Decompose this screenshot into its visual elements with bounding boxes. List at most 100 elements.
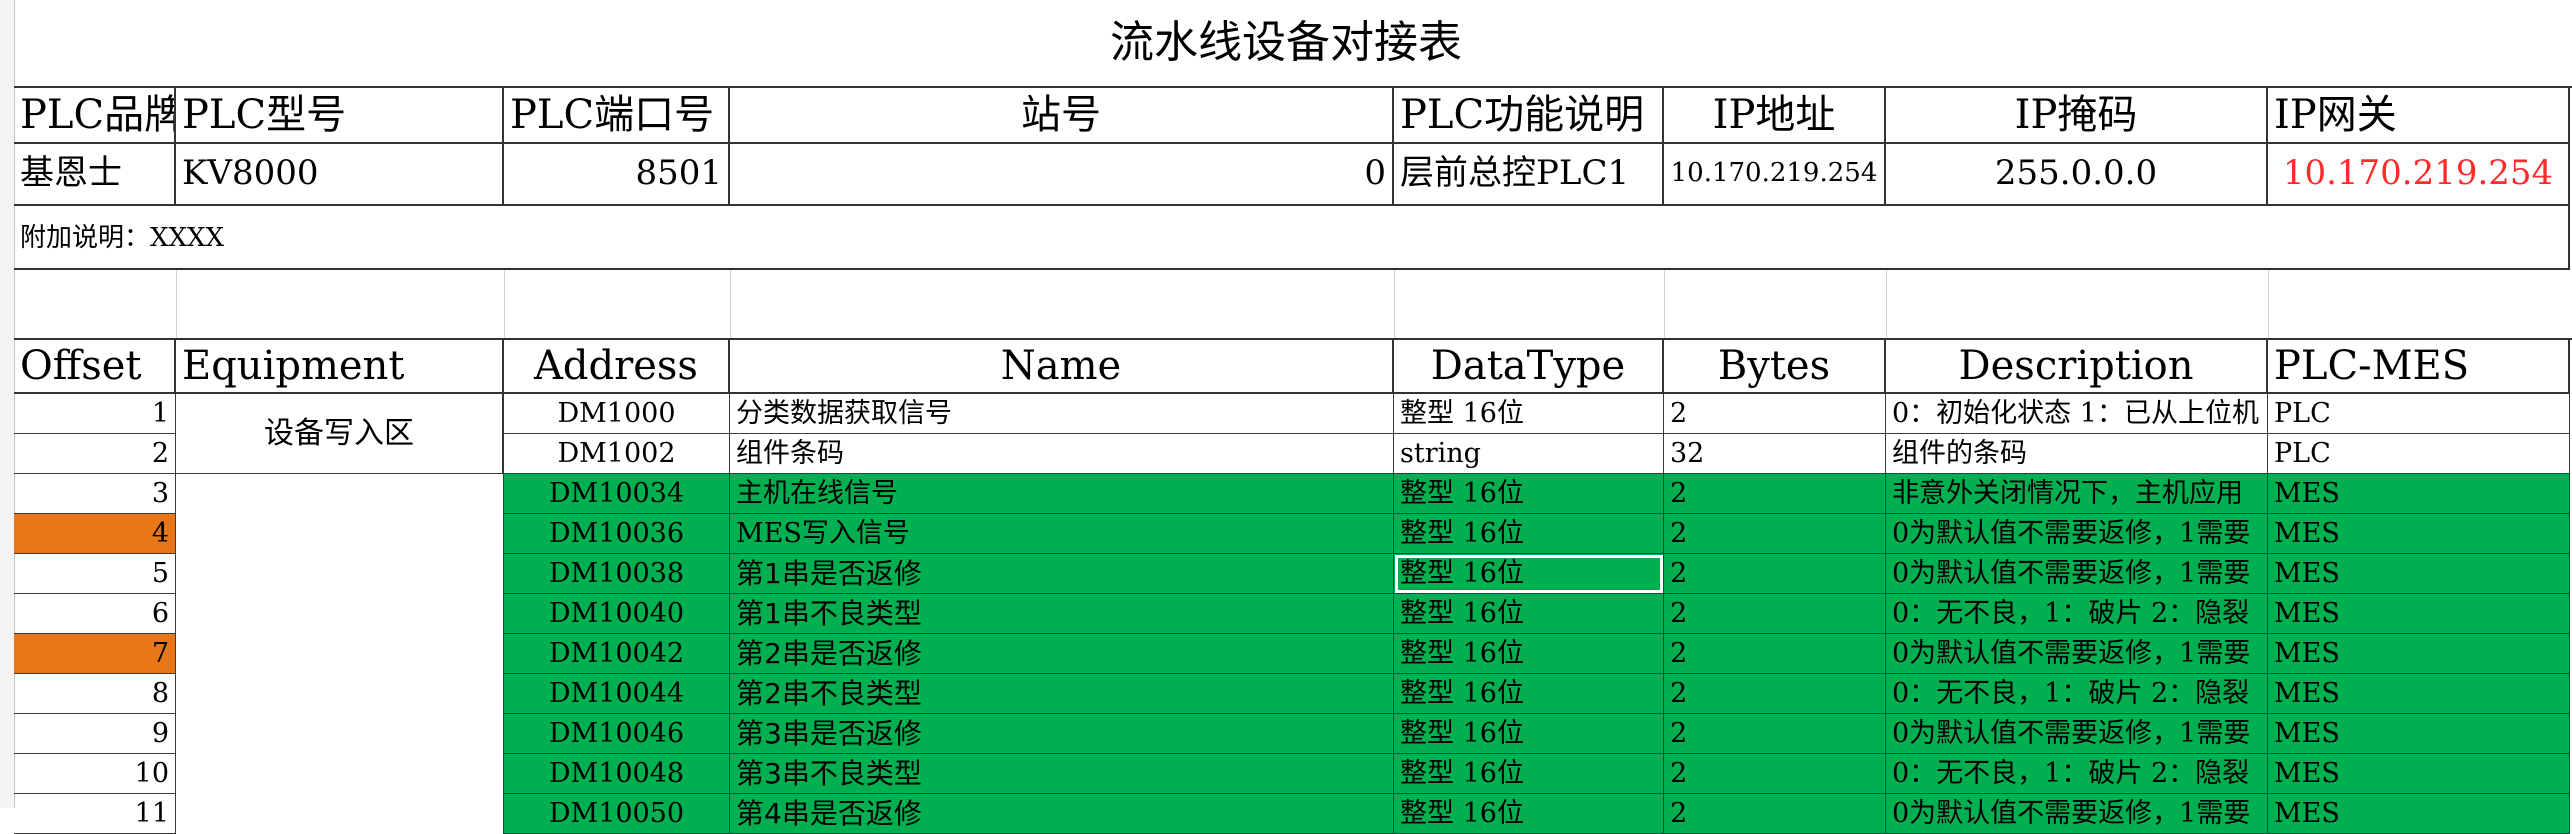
plc-mes-cell[interactable]: PLC <box>2268 394 2570 434</box>
plc-mes-cell[interactable]: MES <box>2268 554 2570 594</box>
datatype-cell[interactable]: 整型 16位 <box>1394 594 1664 634</box>
equipment-cell[interactable] <box>176 674 504 714</box>
bytes-cell[interactable]: 2 <box>1664 594 1886 634</box>
bytes-cell[interactable]: 2 <box>1664 674 1886 714</box>
plc-function-cell[interactable]: 层前总控PLC1 <box>1394 142 1664 206</box>
offset-cell[interactable]: 2 <box>14 434 176 474</box>
name-cell[interactable]: 第3串不良类型 <box>730 754 1394 794</box>
equipment-merged-cell[interactable]: 设备写入区 <box>176 394 504 474</box>
name-cell[interactable]: 第1串是否返修 <box>730 554 1394 594</box>
datatype-cell[interactable]: 整型 16位 <box>1394 394 1664 434</box>
name-cell[interactable]: 第1串不良类型 <box>730 594 1394 634</box>
plc-mes-cell[interactable]: MES <box>2268 754 2570 794</box>
plc-port-cell[interactable]: 8501 <box>504 142 730 206</box>
offset-cell[interactable]: 6 <box>14 594 176 634</box>
bytes-cell[interactable]: 2 <box>1664 394 1886 434</box>
address-cell[interactable]: DM10038 <box>504 554 730 594</box>
offset-cell[interactable]: 9 <box>14 714 176 754</box>
address-cell[interactable]: DM1002 <box>504 434 730 474</box>
address-cell[interactable]: DM10048 <box>504 754 730 794</box>
plc-brand-cell[interactable]: 基恩士 <box>14 142 176 206</box>
name-cell[interactable]: 第2串不良类型 <box>730 674 1394 714</box>
ip-mask-cell[interactable]: 255.0.0.0 <box>1886 142 2268 206</box>
offset-cell[interactable]: 3 <box>14 474 176 514</box>
equipment-cell[interactable] <box>176 794 504 834</box>
address-cell[interactable]: DM1000 <box>504 394 730 434</box>
description-cell[interactable]: 0：无不良，1：破片 2：隐裂 <box>1886 674 2268 714</box>
description-cell[interactable]: 0：无不良，1：破片 2：隐裂 <box>1886 754 2268 794</box>
offset-cell[interactable]: 8 <box>14 674 176 714</box>
ip-address-header[interactable]: IP地址 <box>1664 88 1886 144</box>
name-cell[interactable]: 第3串是否返修 <box>730 714 1394 754</box>
equipment-cell[interactable] <box>176 474 504 514</box>
offset-cell[interactable]: 11 <box>14 794 176 834</box>
address-cell[interactable]: DM10046 <box>504 714 730 754</box>
note-cell[interactable]: 附加说明：XXXX <box>14 206 2570 270</box>
equipment-cell[interactable] <box>176 634 504 674</box>
station-header[interactable]: 站号 <box>730 88 1394 144</box>
plc-mes-header[interactable]: PLC-MES <box>2268 340 2570 394</box>
plc-mes-cell[interactable]: MES <box>2268 674 2570 714</box>
datatype-header[interactable]: DataType <box>1394 340 1664 394</box>
description-cell[interactable]: 0：初始化状态 1：已从上位机 <box>1886 394 2268 434</box>
name-cell[interactable]: 第2串是否返修 <box>730 634 1394 674</box>
ip-mask-header[interactable]: IP掩码 <box>1886 88 2268 144</box>
equipment-header[interactable]: Equipment <box>176 340 504 394</box>
description-cell[interactable]: 组件的条码 <box>1886 434 2268 474</box>
description-header[interactable]: Description <box>1886 340 2268 394</box>
address-header[interactable]: Address <box>504 340 730 394</box>
bytes-cell[interactable]: 32 <box>1664 434 1886 474</box>
description-cell[interactable]: 0：无不良，1：破片 2：隐裂 <box>1886 594 2268 634</box>
offset-cell[interactable]: 4 <box>14 514 176 554</box>
offset-cell[interactable]: 7 <box>14 634 176 674</box>
description-cell[interactable]: 0为默认值不需要返修，1需要 <box>1886 514 2268 554</box>
plc-mes-cell[interactable]: MES <box>2268 714 2570 754</box>
offset-cell[interactable]: 1 <box>14 394 176 434</box>
name-header[interactable]: Name <box>730 340 1394 394</box>
address-cell[interactable]: DM10042 <box>504 634 730 674</box>
address-cell[interactable]: DM10034 <box>504 474 730 514</box>
plc-brand-header[interactable]: PLC品牌 <box>14 88 176 144</box>
datatype-cell[interactable]: 整型 16位 <box>1394 474 1664 514</box>
description-cell[interactable]: 0为默认值不需要返修，1需要 <box>1886 714 2268 754</box>
plc-mes-cell[interactable]: MES <box>2268 794 2570 834</box>
ip-gateway-cell[interactable]: 10.170.219.254 <box>2268 142 2570 206</box>
offset-cell[interactable]: 10 <box>14 754 176 794</box>
name-cell[interactable]: 组件条码 <box>730 434 1394 474</box>
bytes-cell[interactable]: 2 <box>1664 634 1886 674</box>
bytes-cell[interactable]: 2 <box>1664 514 1886 554</box>
plc-model-header[interactable]: PLC型号 <box>176 88 504 144</box>
bytes-cell[interactable]: 2 <box>1664 714 1886 754</box>
datatype-cell[interactable]: 整型 16位 <box>1394 514 1664 554</box>
name-cell[interactable]: 分类数据获取信号 <box>730 394 1394 434</box>
equipment-cell[interactable] <box>176 514 504 554</box>
datatype-cell[interactable]: 整型 16位 <box>1394 634 1664 674</box>
datatype-cell[interactable]: string <box>1394 434 1664 474</box>
plc-mes-cell[interactable]: MES <box>2268 634 2570 674</box>
datatype-cell[interactable]: 整型 16位 <box>1394 674 1664 714</box>
name-cell[interactable]: 主机在线信号 <box>730 474 1394 514</box>
address-cell[interactable]: DM10050 <box>504 794 730 834</box>
ip-address-cell[interactable]: 10.170.219.254 <box>1664 142 1886 206</box>
equipment-cell[interactable] <box>176 754 504 794</box>
name-cell[interactable]: MES写入信号 <box>730 514 1394 554</box>
datatype-cell[interactable]: 整型 16位 <box>1394 794 1664 834</box>
description-cell[interactable]: 0为默认值不需要返修，1需要 <box>1886 634 2268 674</box>
bytes-cell[interactable]: 2 <box>1664 794 1886 834</box>
plc-function-header[interactable]: PLC功能说明 <box>1394 88 1664 144</box>
bytes-cell[interactable]: 2 <box>1664 754 1886 794</box>
description-cell[interactable]: 非意外关闭情况下，主机应用 <box>1886 474 2268 514</box>
offset-cell[interactable]: 5 <box>14 554 176 594</box>
address-cell[interactable]: DM10040 <box>504 594 730 634</box>
ip-gateway-header[interactable]: IP网关 <box>2268 88 2570 144</box>
plc-mes-cell[interactable]: MES <box>2268 514 2570 554</box>
equipment-cell[interactable] <box>176 594 504 634</box>
address-cell[interactable]: DM10044 <box>504 674 730 714</box>
plc-mes-cell[interactable]: PLC <box>2268 434 2570 474</box>
plc-mes-cell[interactable]: MES <box>2268 474 2570 514</box>
datatype-cell[interactable]: 整型 16位 <box>1394 714 1664 754</box>
equipment-cell[interactable] <box>176 714 504 754</box>
station-cell[interactable]: 0 <box>730 142 1394 206</box>
offset-header[interactable]: Offset <box>14 340 176 394</box>
datatype-cell[interactable]: 整型 16位 <box>1394 554 1664 594</box>
